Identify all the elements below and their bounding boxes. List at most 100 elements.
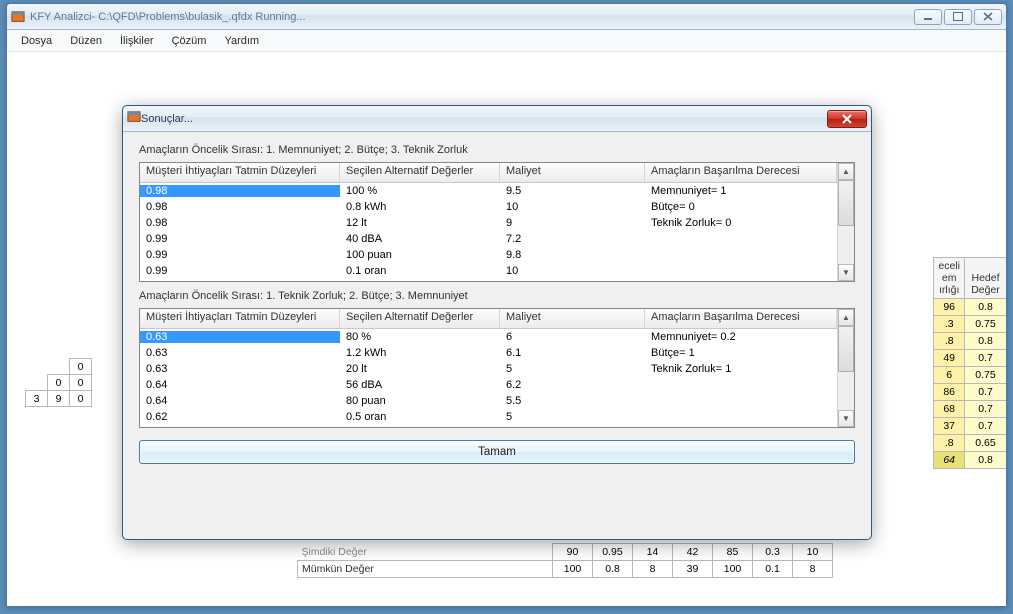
bg-bottom-cell: 10 [793,544,833,561]
list2-header[interactable]: Müşteri İhtiyaçları Tatmin Düzeyleri Seç… [140,309,837,329]
bg-bottom-cell: 8 [633,561,673,578]
table-row[interactable]: 0.9940 dBA7.2 [140,231,837,247]
table-row[interactable]: 0.9812 lt9Teknik Zorluk= 0 [140,215,837,231]
bg-bottom-cell: 14 [633,544,673,561]
bg-bottom-label: Mümkün Değer [298,561,553,578]
bg-head-b: HedefDeğer [965,258,1007,299]
cell: 0.98 [140,217,340,229]
bg-bottom-cell: 90 [553,544,593,561]
cell: 0.1 oran [340,265,500,277]
table-row[interactable]: 0.620.5 oran5 [140,409,837,425]
table-row[interactable]: 0.6380 %6Memnuniyet= 0.2 [140,329,837,345]
table-row[interactable]: 0.98100 %9.5Memnuniyet= 1 [140,183,837,199]
cell: 12 lt [340,217,500,229]
cell: 10 [500,265,645,277]
scroll-down-icon[interactable]: ▼ [838,264,854,281]
bg-bottom-cell: 85 [713,544,753,561]
cell: 20 lt [340,363,500,375]
cell: 0.64 [140,379,340,391]
cell: 6.1 [500,347,645,359]
cell: 9.5 [500,185,645,197]
main-close-button[interactable] [974,9,1002,25]
table-row[interactable]: 0.6320 lt5Teknik Zorluk= 1 [140,361,837,377]
table-row[interactable]: 0.990.1 oran10 [140,263,837,279]
main-title-text: KFY Analizci- C:\QFD\Problems\bulasik_.q… [30,11,306,23]
cell: 9 [500,217,645,229]
bg-bottom-cell: 0.3 [753,544,793,561]
maximize-button[interactable] [944,9,972,25]
list1-scrollbar[interactable]: ▲ ▼ [837,163,854,281]
cell: 80 % [340,331,500,343]
scroll-down-icon[interactable]: ▼ [838,410,854,427]
bg-head-a: eceliemırlığı [934,258,965,299]
bg-bottom-cell: 0.95 [593,544,633,561]
cell: 56 dBA [340,379,500,391]
col-header[interactable]: Amaçların Başarılma Derecesi [645,309,837,328]
scroll-thumb[interactable] [838,180,854,226]
cell: 6.2 [500,379,645,391]
cell: 0.63 [140,331,340,343]
col-header[interactable]: Seçilen Alternatif Değerler [340,163,500,182]
bg-bottom-cell: 100 [553,561,593,578]
cell: Memnuniyet= 1 [645,185,837,197]
bg-bottom-label: Şimdiki Değer [298,544,553,561]
section2-label: Amaçların Öncelik Sırası: 1. Teknik Zorl… [139,290,855,302]
scroll-thumb[interactable] [838,326,854,372]
col-header[interactable]: Müşteri İhtiyaçları Tatmin Düzeyleri [140,309,340,328]
bg-right-table: eceliemırlığı HedefDeğer 960.8.30.75.80.… [933,257,1006,469]
scroll-up-icon[interactable]: ▲ [838,309,854,326]
table-row[interactable]: 0.6480 puan5.5 [140,393,837,409]
dialog-titlebar[interactable]: Sonuçlar... [123,106,871,132]
cell: 100 puan [340,249,500,261]
main-window: KFY Analizci- C:\QFD\Problems\bulasik_.q… [6,3,1007,607]
cell: 0.99 [140,249,340,261]
menu-yardim[interactable]: Yardım [216,33,267,49]
cell: 0.62 [140,411,340,423]
table-row[interactable]: 0.631.2 kWh6.1Bütçe= 1 [140,345,837,361]
cell: 100 % [340,185,500,197]
bg-bottom-cell: 0.1 [753,561,793,578]
col-header[interactable]: Maliyet [500,309,645,328]
list2-scrollbar[interactable]: ▲ ▼ [837,309,854,427]
bg-bottom-cell: 42 [673,544,713,561]
menu-iliskiler[interactable]: İlişkiler [112,33,162,49]
results-dialog: Sonuçlar... Amaçların Öncelik Sırası: 1.… [122,105,872,540]
menu-cozum[interactable]: Çözüm [164,33,215,49]
cell: Bütçe= 0 [645,201,837,213]
col-header[interactable]: Amaçların Başarılma Derecesi [645,163,837,182]
dialog-icon [127,110,141,127]
cell: 40 dBA [340,233,500,245]
section1-label: Amaçların Öncelik Sırası: 1. Memnuniyet;… [139,144,855,156]
menu-dosya[interactable]: Dosya [13,33,60,49]
col-header[interactable]: Müşteri İhtiyaçları Tatmin Düzeyleri [140,163,340,182]
app-icon [11,10,25,24]
bg-bottom-cell: 8 [793,561,833,578]
menu-duzen[interactable]: Düzen [62,33,110,49]
ok-button[interactable]: Tamam [139,440,855,464]
bg-left-block: 0 00 390 [25,358,114,407]
scroll-up-icon[interactable]: ▲ [838,163,854,180]
bg-bottom-cell: 100 [713,561,753,578]
cell: 80 puan [340,395,500,407]
cell: 9.8 [500,249,645,261]
col-header[interactable]: Maliyet [500,163,645,182]
dialog-close-button[interactable] [827,110,867,128]
cell: 0.5 oran [340,411,500,423]
table-row[interactable]: 0.99100 puan9.8 [140,247,837,263]
cell: 7.2 [500,233,645,245]
bg-bottom-rows: Şimdiki Değer900.951442850.310 Mümkün Değ… [297,543,833,578]
col-header[interactable]: Seçilen Alternatif Değerler [340,309,500,328]
cell: 0.99 [140,233,340,245]
menubar: Dosya Düzen İlişkiler Çözüm Yardım [7,30,1006,52]
table-row[interactable]: 0.980.8 kWh10Bütçe= 0 [140,199,837,215]
cell: 5.5 [500,395,645,407]
table-row[interactable]: 0.6456 dBA6.2 [140,377,837,393]
results-list-1: Müşteri İhtiyaçları Tatmin Düzeyleri Seç… [139,162,855,282]
cell: 1.2 kWh [340,347,500,359]
cell: 0.98 [140,201,340,213]
main-titlebar[interactable]: KFY Analizci- C:\QFD\Problems\bulasik_.q… [7,4,1006,30]
minimize-button[interactable] [914,9,942,25]
cell: 0.8 kWh [340,201,500,213]
cell: 0.63 [140,363,340,375]
list1-header[interactable]: Müşteri İhtiyaçları Tatmin Düzeyleri Seç… [140,163,837,183]
